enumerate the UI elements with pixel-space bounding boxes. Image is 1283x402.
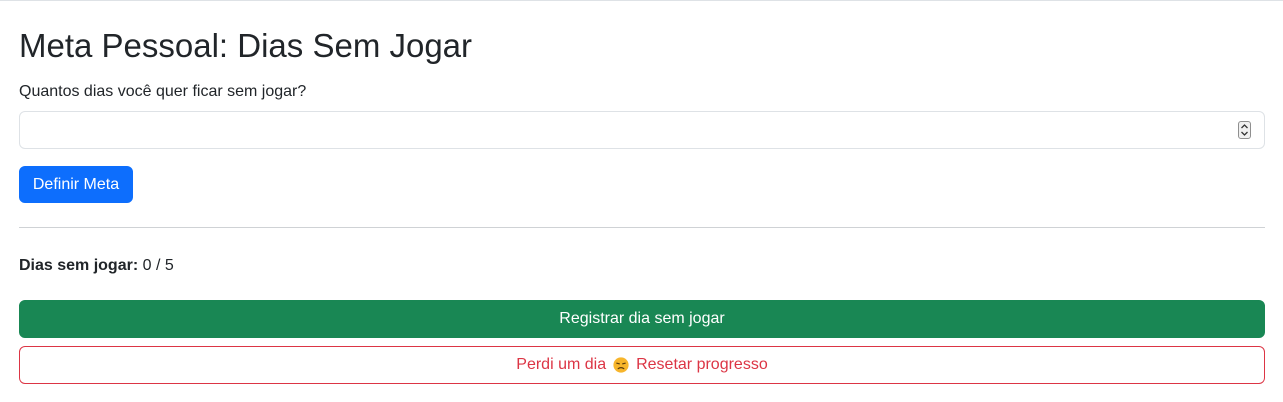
progress-value: 0 / 5 — [142, 257, 174, 274]
goal-days-field[interactable] — [19, 111, 1265, 149]
reset-prefix-label: Perdi um dia — [516, 356, 607, 373]
reset-suffix-label: Resetar progresso — [636, 356, 768, 373]
disappointed-face-icon — [613, 357, 629, 373]
number-spinner-icon[interactable] — [1238, 121, 1251, 139]
reset-progress-button[interactable]: Perdi um dia Resetar progresso — [19, 346, 1265, 384]
divider — [19, 227, 1265, 228]
progress-status: Dias sem jogar: 0 / 5 — [19, 256, 174, 276]
register-day-button[interactable]: Registrar dia sem jogar — [19, 300, 1265, 338]
top-border — [0, 0, 1283, 1]
progress-label: Dias sem jogar: — [19, 257, 139, 274]
set-goal-button[interactable]: Definir Meta — [19, 166, 133, 203]
page-title: Meta Pessoal: Dias Sem Jogar — [19, 27, 473, 64]
goal-days-input[interactable] — [32, 112, 1222, 148]
goal-days-label: Quantos dias você quer ficar sem jogar? — [19, 83, 307, 100]
